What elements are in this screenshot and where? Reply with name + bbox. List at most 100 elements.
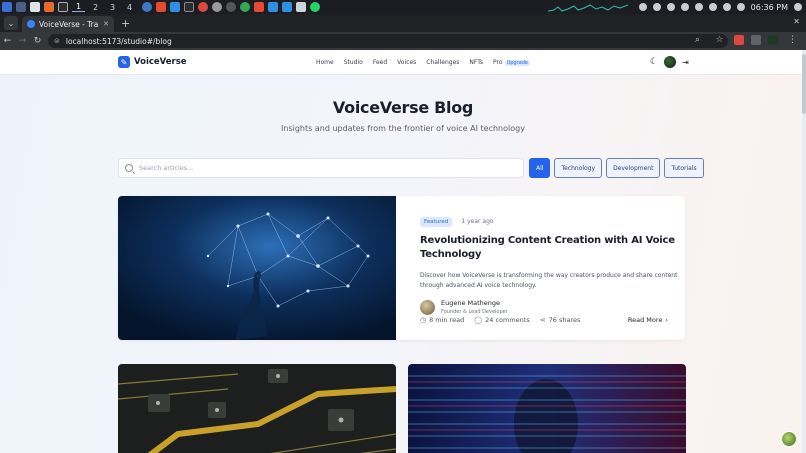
browser-toolbar: ← → ↻ ⊜ localhost:5173/studio#/blog ⌕ ☆ … — [0, 32, 806, 50]
bluetooth-icon[interactable] — [666, 3, 675, 11]
logout-icon[interactable]: ⇥ — [682, 58, 689, 67]
browser-tab[interactable]: VoiceVerse - Transform ✕ — [22, 16, 114, 32]
app-icon[interactable] — [268, 2, 278, 12]
article-meta: ◷ 8 min read ◯ 24 comments ⋖ 76 shares Read… — [420, 316, 668, 324]
nav-studio[interactable]: Studio — [344, 59, 363, 66]
filter-technology[interactable]: Technology — [554, 158, 603, 178]
system-tray: 06:36 PM — [638, 0, 802, 14]
workspace-2[interactable]: 2 — [89, 3, 102, 12]
whatsapp-icon[interactable] — [310, 2, 320, 12]
clock-icon: ◷ — [420, 316, 427, 324]
notification-icon[interactable] — [722, 3, 731, 11]
address-bar[interactable]: ⊜ localhost:5173/studio#/blog — [48, 34, 728, 48]
os-taskbar: 1 2 3 4 06:36 PM — [0, 0, 806, 14]
brave-icon[interactable] — [156, 2, 166, 12]
taskbar-apps — [142, 2, 320, 12]
settings-icon[interactable] — [680, 3, 689, 11]
wifi-icon[interactable] — [638, 3, 647, 11]
page-subtitle: Insights and updates from the frontier o… — [281, 124, 525, 133]
workspace-3[interactable]: 3 — [106, 3, 119, 12]
published-time: 1 year ago — [461, 218, 494, 225]
clock[interactable]: 06:36 PM — [751, 3, 788, 12]
new-tab-icon[interactable]: + — [121, 17, 130, 30]
tab-search-icon[interactable]: ⌄ — [4, 16, 18, 30]
network-graph-icon — [548, 4, 628, 12]
nav-nfts[interactable]: NFTs — [469, 59, 483, 66]
extensions-icon[interactable] — [751, 35, 761, 45]
floating-assistant-avatar[interactable] — [781, 431, 797, 447]
terminal-icon[interactable] — [184, 2, 194, 12]
workspace-1[interactable]: 1 — [72, 2, 85, 12]
read-more-link[interactable]: Read More › — [628, 316, 668, 324]
chrome-icon[interactable] — [212, 2, 222, 12]
vscode-icon[interactable] — [170, 2, 180, 12]
zoom-icon[interactable]: ⌕ — [690, 35, 705, 45]
article-header: Featured 1 year ago — [420, 208, 678, 227]
forward-icon[interactable]: → — [15, 36, 30, 46]
app-icon[interactable] — [296, 2, 306, 12]
blog-page: ✎ VoiceVerse Home Studio Feed Voices Cha… — [0, 50, 806, 453]
author-info: Eugene Mathenge Founder & Lead Developer — [441, 299, 508, 315]
window-icon[interactable] — [16, 2, 26, 12]
filter-development[interactable]: Development — [606, 158, 661, 178]
category-filters: All Technology Development Tutorials — [529, 158, 704, 178]
filter-tutorials[interactable]: Tutorials — [664, 158, 704, 178]
back-icon[interactable]: ← — [0, 36, 15, 46]
power-icon[interactable] — [694, 3, 703, 11]
article-card-image[interactable] — [408, 364, 686, 453]
nav-voices[interactable]: Voices — [397, 59, 416, 66]
search-icon — [125, 164, 133, 172]
volume-icon[interactable] — [708, 3, 717, 11]
featured-article-card[interactable]: Featured 1 year ago Revolutionizing Cont… — [118, 196, 685, 340]
article-card-image[interactable] — [118, 364, 396, 453]
files-icon[interactable] — [30, 2, 40, 12]
reload-icon[interactable]: ↻ — [30, 36, 45, 46]
author-role: Founder & Lead Developer — [441, 309, 508, 315]
nav-pro[interactable]: Pro Upgrade — [493, 59, 530, 66]
chrome-icon[interactable] — [240, 2, 250, 12]
app-icon[interactable] — [142, 2, 152, 12]
dark-mode-icon[interactable]: ☾ — [650, 57, 658, 67]
app-icon[interactable] — [226, 2, 236, 12]
nav-challenges[interactable]: Challenges — [426, 59, 459, 66]
site-navbar: ✎ VoiceVerse Home Studio Feed Voices Cha… — [0, 50, 806, 75]
comment-icon: ◯ — [474, 316, 483, 324]
search-input[interactable] — [139, 164, 499, 172]
app-icon[interactable] — [198, 2, 208, 12]
shares-count[interactable]: ⋖ 76 shares — [540, 316, 581, 324]
article-title[interactable]: Revolutionizing Content Creation with AI… — [420, 234, 678, 262]
menu-icon[interactable]: ⋮ — [785, 35, 800, 45]
comments-count[interactable]: ◯ 24 comments — [474, 316, 529, 324]
taskbar-launchers: 1 2 3 4 — [0, 2, 136, 12]
brand-name: VoiceVerse — [134, 57, 187, 67]
mic-icon[interactable] — [652, 3, 661, 11]
site-info-icon[interactable]: ⊜ — [54, 37, 60, 45]
author-name[interactable]: Eugene Mathenge — [441, 299, 508, 307]
page-title: VoiceVerse Blog — [332, 98, 474, 117]
close-icon[interactable]: ✕ — [103, 20, 109, 28]
power-menu-icon[interactable] — [794, 3, 802, 11]
calendar-icon[interactable] — [736, 3, 745, 11]
window-close-icon[interactable]: ✕ — [793, 17, 800, 26]
shares-label: 76 shares — [548, 316, 581, 324]
firefox-icon[interactable] — [44, 2, 54, 12]
extension-icon[interactable] — [734, 35, 744, 45]
user-avatar[interactable] — [664, 56, 677, 68]
nav-feed[interactable]: Feed — [373, 59, 387, 66]
brave-icon[interactable] — [254, 2, 264, 12]
profile-icon[interactable] — [768, 35, 778, 45]
menu-launcher-icon[interactable] — [2, 2, 12, 12]
terminal-icon[interactable] — [58, 2, 68, 12]
nav-home[interactable]: Home — [316, 59, 334, 66]
search-box — [118, 158, 524, 178]
featured-article-image[interactable] — [118, 196, 396, 340]
bookmark-star-icon[interactable]: ☆ — [712, 35, 727, 45]
brand-logo[interactable]: ✎ VoiceVerse — [118, 56, 187, 68]
vscode-icon[interactable] — [282, 2, 292, 12]
author-avatar[interactable] — [420, 299, 435, 315]
navbar-actions: ☾ ⇥ — [650, 56, 689, 68]
article-author: Eugene Mathenge Founder & Lead Developer — [420, 299, 678, 315]
workspace-4[interactable]: 4 — [123, 3, 136, 12]
read-time-label: 8 min read — [429, 316, 465, 324]
filter-all[interactable]: All — [529, 158, 551, 178]
